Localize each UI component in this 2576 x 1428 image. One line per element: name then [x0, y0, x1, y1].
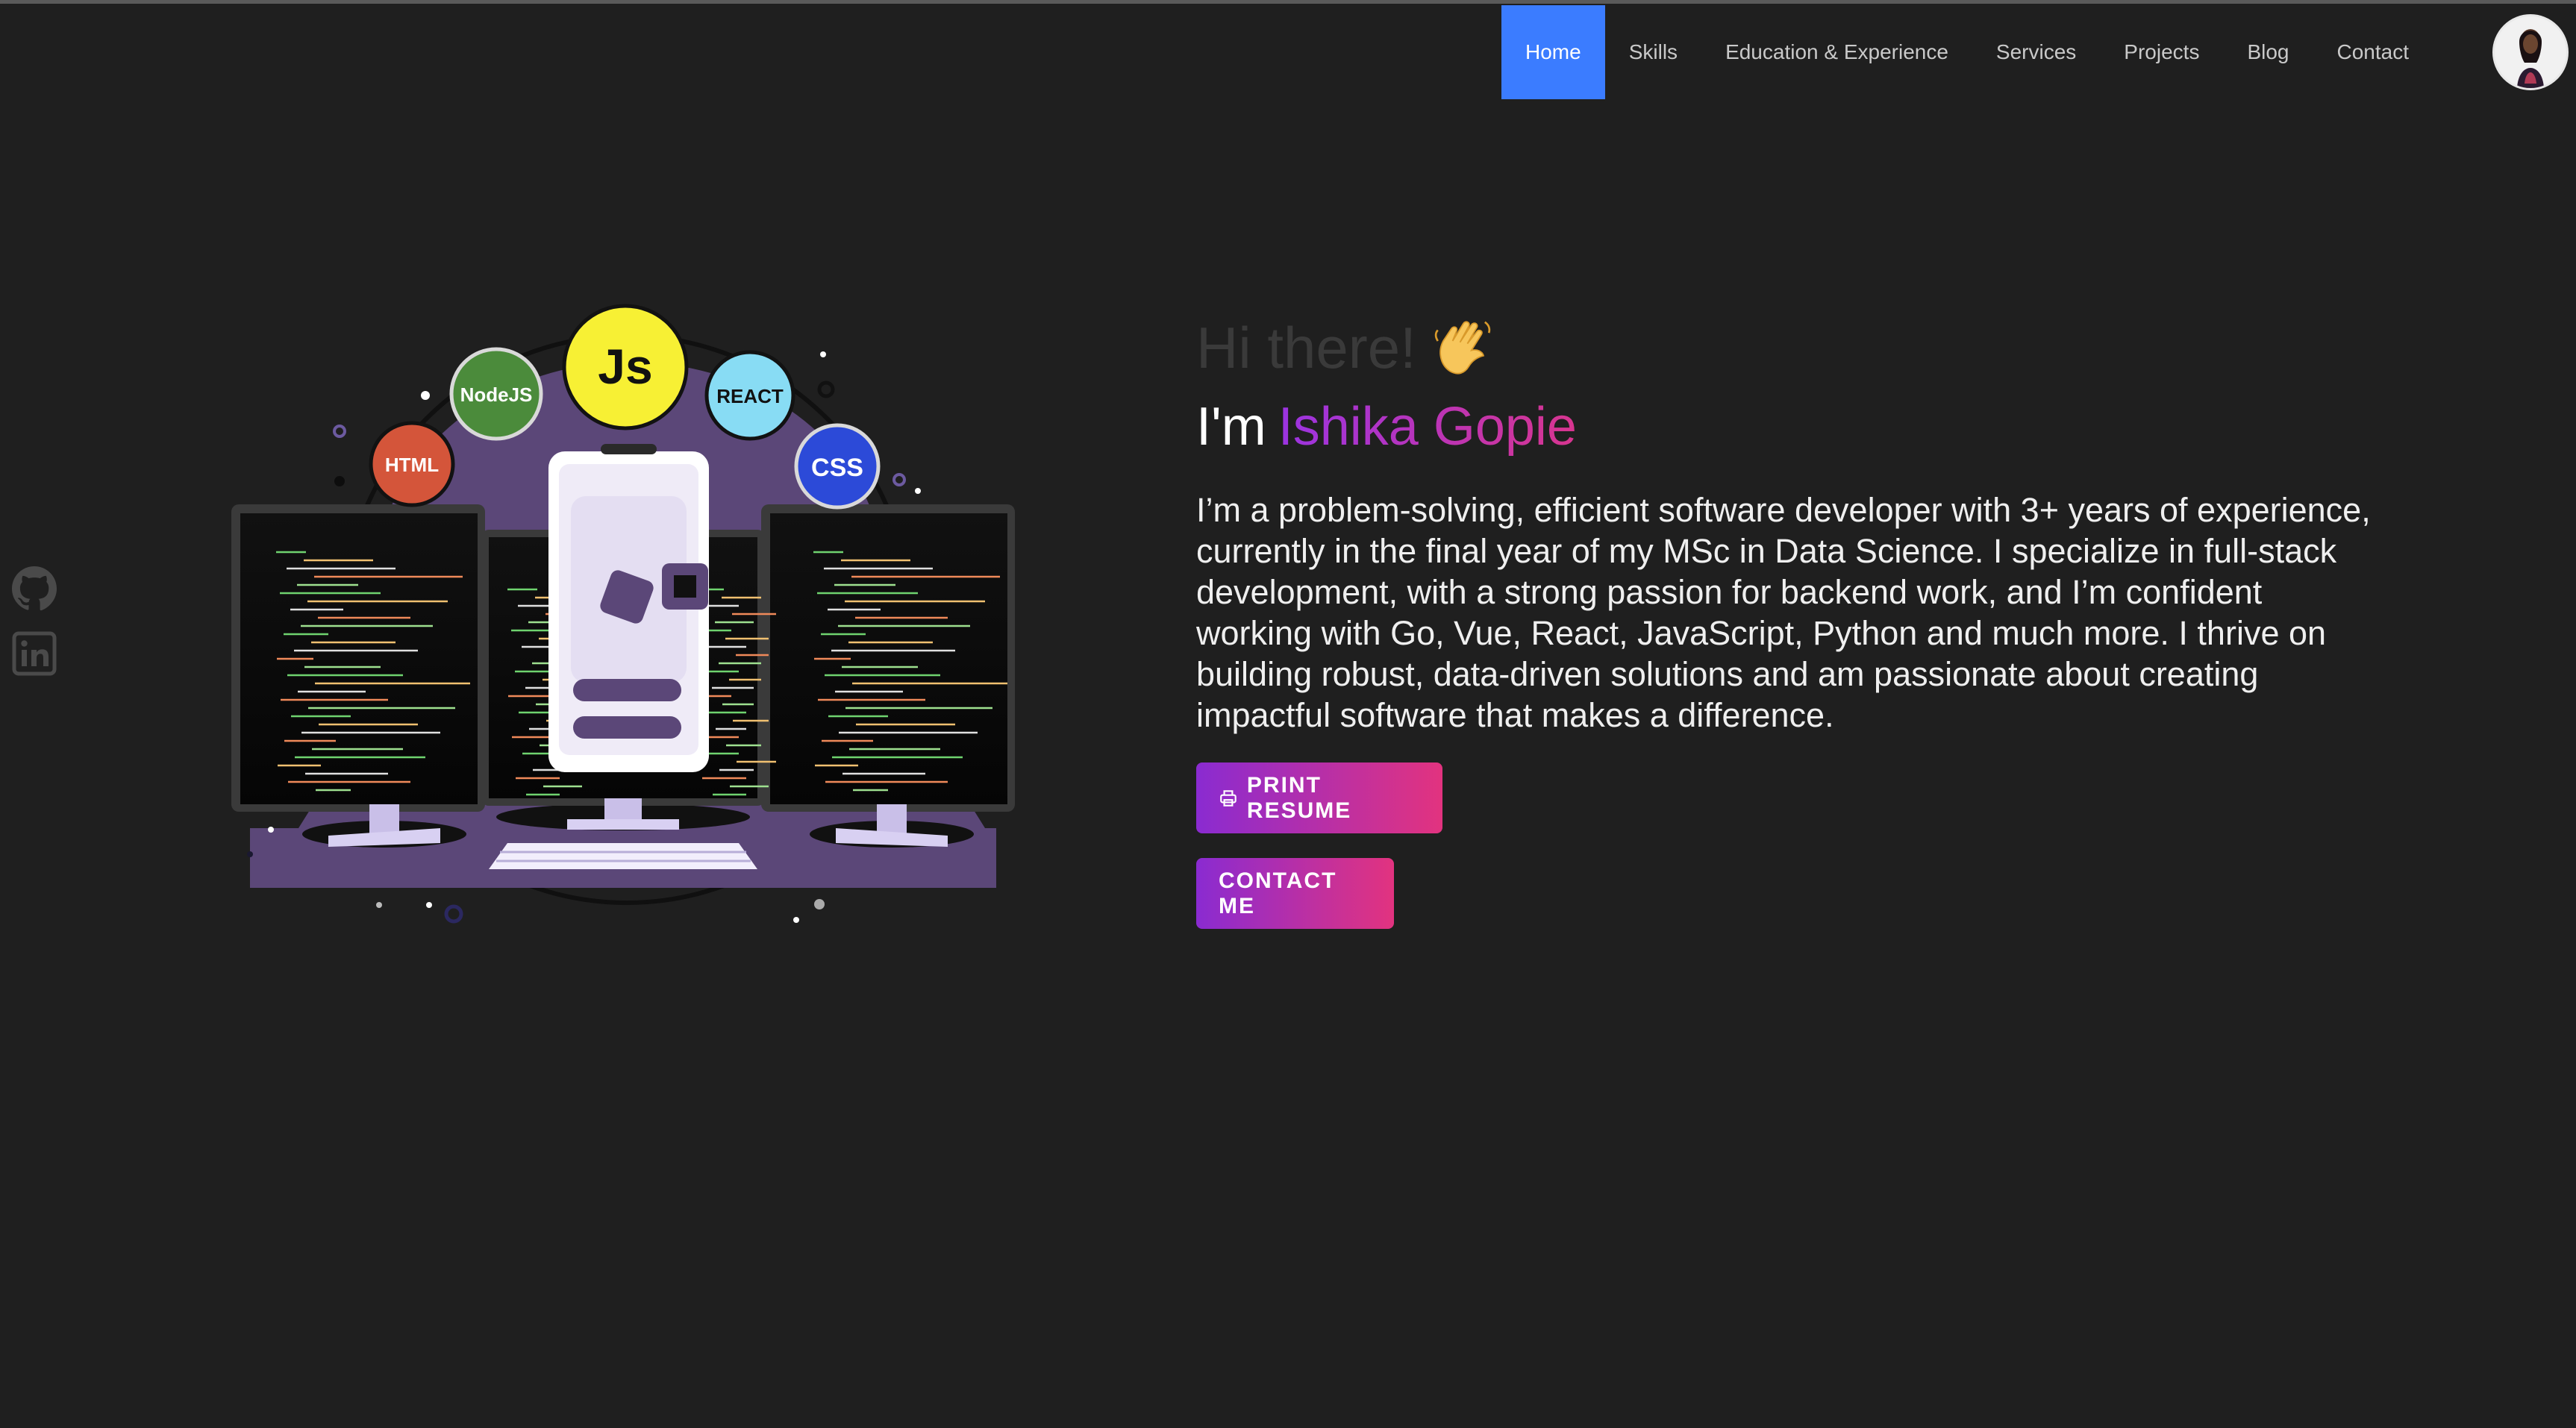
print-resume-button[interactable]: PRINT RESUME — [1196, 762, 1442, 833]
avatar[interactable] — [2492, 14, 2569, 90]
intro-heading: I'm Ishika Gopie — [1196, 391, 2390, 463]
github-icon[interactable] — [10, 564, 58, 612]
developer-illustration: HTML NodeJS Js REACT CSS — [231, 304, 1015, 924]
hero-section: Hi there! I'm Ishika Gopie I’m a problem… — [1196, 312, 2390, 736]
keyboard — [489, 843, 757, 869]
greeting: Hi there! — [1196, 312, 2390, 383]
nav-item-projects[interactable]: Projects — [2100, 5, 2223, 99]
social-links — [10, 564, 58, 677]
nav-item-education-experience[interactable]: Education & Experience — [1701, 5, 1972, 99]
badge-css-label: CSS — [811, 454, 863, 482]
phone — [548, 444, 709, 772]
badge-js: Js — [562, 304, 689, 430]
badge-nodejs-label: NodeJS — [460, 383, 533, 406]
badge-html: HTML — [369, 421, 455, 507]
intro-prefix: I'm — [1196, 397, 1266, 457]
nav-item-blog[interactable]: Blog — [2223, 5, 2313, 99]
main-nav: Home Skills Education & Experience Servi… — [1501, 5, 2576, 99]
nav-item-services[interactable]: Services — [1972, 5, 2100, 99]
nav-item-skills[interactable]: Skills — [1605, 5, 1701, 99]
hero-name: Ishika Gopie — [1278, 397, 1577, 457]
badge-react-label: REACT — [716, 385, 784, 407]
profile-photo — [2495, 16, 2566, 88]
print-resume-label: PRINT RESUME — [1246, 772, 1352, 823]
badge-js-label: Js — [598, 339, 652, 394]
bio-paragraph: I’m a problem-solving, efficient softwar… — [1196, 491, 2371, 734]
badge-react: REACT — [704, 350, 795, 441]
printer-icon — [1220, 789, 1237, 807]
nav-item-home[interactable]: Home — [1501, 5, 1605, 99]
nav-item-contact[interactable]: Contact — [2313, 5, 2433, 99]
top-border — [0, 0, 2576, 4]
badge-css: CSS — [794, 423, 881, 510]
badge-nodejs: NodeJS — [449, 347, 543, 441]
greeting-text: Hi there! — [1196, 314, 1416, 381]
badge-html-label: HTML — [385, 454, 439, 476]
contact-me-button[interactable]: CONTACT ME — [1196, 858, 1394, 929]
linkedin-icon[interactable] — [10, 630, 58, 677]
waving-hand-icon — [1434, 321, 1491, 375]
nav-links: Home Skills Education & Experience Servi… — [1501, 5, 2433, 99]
contact-me-label: CONTACT ME — [1219, 868, 1337, 918]
